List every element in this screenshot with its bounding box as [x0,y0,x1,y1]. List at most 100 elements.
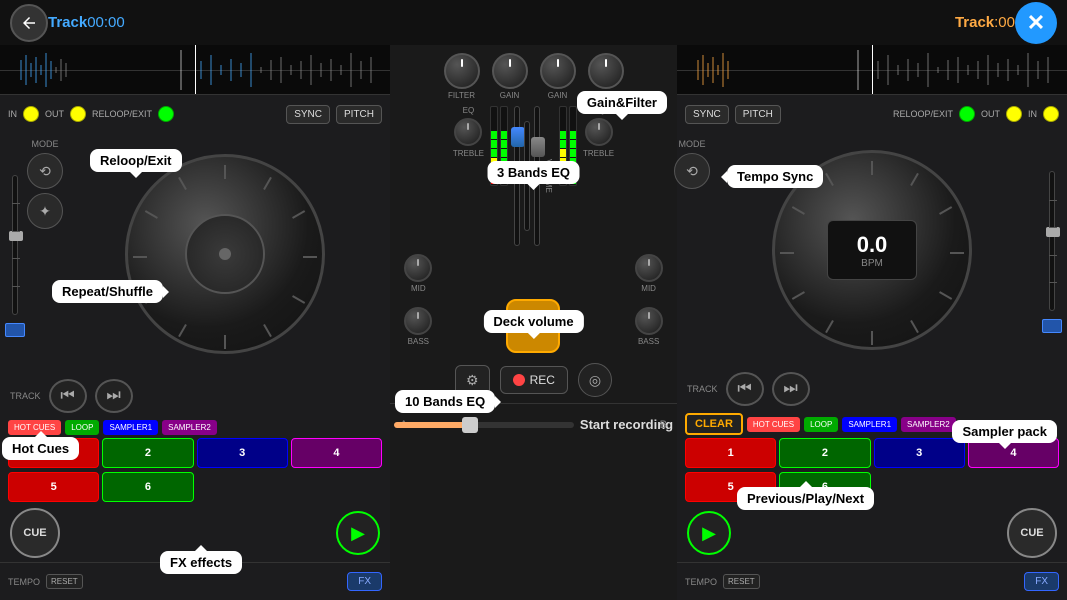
reloop-label-left: RELOOP/EXIT [92,109,152,119]
sampler1-mode-right[interactable]: SAMPLER1 [842,417,897,432]
left-pad-6[interactable]: 6 [102,472,193,502]
rec-dot [513,374,525,386]
sample-button[interactable]: ♪+ [506,299,560,353]
gain-label-right: GAIN [548,91,568,100]
left-volume-fader[interactable] [514,106,520,246]
right-pad-3[interactable]: 3 [874,438,965,468]
rec-button[interactable]: REC [500,366,568,394]
reset-btn-left[interactable]: RESET [46,574,83,589]
play-btn-right[interactable]: ▶ [687,511,731,555]
hot-cues-mode-left[interactable]: HOT CUES [8,420,61,435]
left-pad-5[interactable]: 5 [8,472,99,502]
mid-knob-left[interactable] [404,254,432,282]
left-bottom-row: TEMPO RESET FX [0,562,390,600]
right-pitch-slider[interactable] [1049,171,1055,311]
pitch-btn-right[interactable]: PITCH [735,105,781,124]
left-pad-1[interactable]: 1 [8,438,99,468]
gain-knob-right[interactable] [540,53,576,89]
in-label-right: IN [1028,109,1037,119]
track-label-left: Track [48,14,87,31]
treble-knob-left[interactable] [454,118,482,146]
play-btn-left[interactable]: ▶ [336,511,380,555]
next-btn-right[interactable]: ⏭ [772,372,810,406]
clear-btn-right[interactable]: CLEAR [685,413,743,435]
left-pad-4[interactable]: 4 [291,438,382,468]
mid-label-left: MID [411,284,426,293]
loop-mode-left[interactable]: LOOP [65,420,99,435]
crossfader-fill [394,422,466,428]
mixer-knobs-top: FILTER GAIN GAIN FILTER [390,45,677,100]
gain-knob-left[interactable] [492,53,528,89]
sync-btn-left[interactable]: SYNC [286,105,330,124]
track-time-right: :00 [994,14,1015,31]
right-pitch-marker [1042,319,1062,333]
cue-btn-right[interactable]: CUE [1007,508,1057,558]
right-volume-fader[interactable] [534,106,540,246]
in-dot-right[interactable] [1043,106,1059,122]
next-btn-left[interactable]: ⏭ [95,379,133,413]
sampler1-mode-left[interactable]: SAMPLER1 [103,420,158,435]
sampler2-mode-left[interactable]: SAMPLER2 [162,420,217,435]
right-jog-wheel[interactable]: 0.0 BPM [772,150,972,350]
start-recording-bar[interactable]: A Start recording B [390,403,677,445]
reloop-label-right: RELOOP/EXIT [893,109,953,119]
left-track-row: TRACK ⏮ ⏭ [0,374,390,418]
left-pad-2[interactable]: 2 [102,438,193,468]
main-area: IN OUT RELOOP/EXIT SYNC PITCH [0,45,1067,600]
fx-btn-left[interactable]: FX [347,572,382,591]
in-dot-left[interactable] [23,106,39,122]
filter-knob-left[interactable] [444,53,480,89]
left-jog-wheel[interactable] [125,154,325,354]
back-button[interactable] [10,4,48,42]
mid-knob-right[interactable] [635,254,663,282]
right-mode-col: MODE ⟲ [677,133,707,367]
mid-knob-left-col: MID [404,254,432,293]
adjust-button[interactable]: ⚙ [455,365,490,396]
sampler2-mode-right[interactable]: SAMPLER2 [901,417,956,432]
eq-label-right: EQ [593,106,605,115]
filter-knob-right[interactable] [588,53,624,89]
crossfader-bar[interactable] [394,422,574,428]
mixer-panel: FILTER GAIN GAIN FILTER [390,45,677,600]
target-button[interactable]: ◎ [578,363,612,397]
repeat-btn-right[interactable]: ⟲ [674,153,710,189]
fx-btn-right[interactable]: FX [1024,572,1059,591]
sync-btn-right[interactable]: SYNC [685,105,729,124]
cue-btn-left[interactable]: CUE [10,508,60,558]
prev-btn-right[interactable]: ⏮ [726,372,764,406]
right-pad-5[interactable]: 5 [685,472,776,502]
shuffle-btn-left[interactable]: ✦ [27,193,63,229]
prev-btn-left[interactable]: ⏮ [49,379,87,413]
loop-mode-right[interactable]: LOOP [804,417,838,432]
reloop-dot-left[interactable] [158,106,174,122]
left-pitch-slider[interactable] [12,175,18,315]
bass-knob-left[interactable] [404,307,432,335]
left-pitch-marker [5,323,25,337]
right-pad-2[interactable]: 2 [779,438,870,468]
pitch-btn-left[interactable]: PITCH [336,105,382,124]
hot-cues-mode-right[interactable]: HOT CUES [747,417,800,432]
left-pad-modes-row: HOT CUES LOOP SAMPLER1 SAMPLER2 [8,420,382,435]
bpm-value: 0.0 [857,232,888,258]
top-bar: Track 00:00 Track :00 ✕ [0,0,1067,45]
right-pad-1[interactable]: 1 [685,438,776,468]
out-dot-left[interactable] [70,106,86,122]
treble-knob-right[interactable] [585,118,613,146]
filter-knob-right-col: FILTER [588,53,624,100]
reloop-dot-right[interactable] [959,106,975,122]
center-volume-fader[interactable] [524,121,530,231]
repeat-btn-left[interactable]: ⟲ [27,153,63,189]
right-pad-4[interactable]: 4 [968,438,1059,468]
right-pad-6[interactable]: 6 [779,472,870,502]
bpm-display: 0.0 BPM [827,220,917,280]
mixer-eq-section: EQ TREBLE [390,100,677,252]
right-pad-modes-row: CLEAR HOT CUES LOOP SAMPLER1 SAMPLER2 [685,413,1059,435]
left-pad-3[interactable]: 3 [197,438,288,468]
bass-knob-right[interactable] [635,307,663,335]
rec-label: REC [530,373,555,387]
eq-col-right: EQ TREBLE [583,106,614,158]
reset-btn-right[interactable]: RESET [723,574,760,589]
close-button[interactable]: ✕ [1015,2,1057,44]
mid-knob-right-col: MID [635,254,663,293]
out-dot-right[interactable] [1006,106,1022,122]
